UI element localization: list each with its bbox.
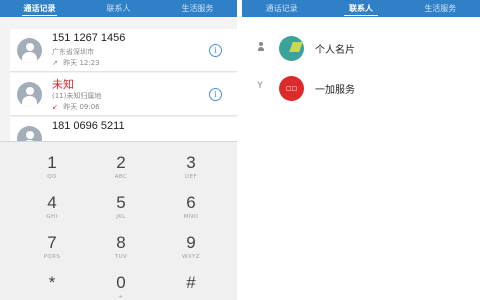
tab-life-services[interactable]: 生活服务 (158, 0, 237, 17)
key-letters: TUV (114, 254, 128, 260)
key-digit: 0 (116, 273, 126, 292)
call-time: 昨天 12:23 (63, 59, 100, 67)
key-digit: 8 (116, 233, 126, 252)
call-time-row: ↙ 昨天 09:06 (52, 102, 100, 112)
info-icon[interactable]: i (209, 44, 222, 57)
outgoing-call-icon: ↗ (52, 59, 58, 67)
contact-avatar-icon (17, 38, 42, 63)
key-digit: 1 (47, 153, 57, 172)
dial-key-9[interactable]: 9 WXYZ (156, 226, 226, 264)
call-number: 未知 (52, 79, 74, 91)
dial-key-1[interactable]: 1 QO (17, 146, 87, 184)
contact-name: 一加服务 (315, 85, 355, 96)
contact-name: 个人名片 (315, 45, 355, 56)
missed-call-icon: ↙ (52, 103, 58, 111)
key-digit: 3 (186, 153, 196, 172)
call-list: 151 1267 1456 广东省深圳市 ↗ 昨天 12:23 i 未知 (11… (0, 17, 237, 141)
dial-key-5[interactable]: 5 JKL (86, 186, 156, 224)
call-log-item[interactable]: 181 0696 5211 (10, 117, 237, 141)
key-letters: DEF (184, 174, 198, 180)
card-icon (279, 36, 304, 61)
tab-call-log[interactable]: 通话记录 (242, 0, 321, 17)
key-digit: * (48, 273, 56, 292)
tab-life-services[interactable]: 生活服务 (401, 0, 480, 17)
call-location: (11)未知归属地 (52, 92, 102, 100)
contact-item-my-card[interactable]: 个人名片 (242, 28, 480, 68)
dial-key-2[interactable]: 2 ABC (86, 146, 156, 184)
key-digit: 2 (116, 153, 126, 172)
dial-key-4[interactable]: 4 GHI (17, 186, 87, 224)
dial-key-0[interactable]: 0 + (86, 266, 156, 300)
index-letter: Y (257, 81, 263, 91)
key-digit: 7 (47, 233, 57, 252)
key-letters: ABC (114, 174, 128, 180)
key-digit: 9 (186, 233, 196, 252)
call-number: 151 1267 1456 (52, 32, 126, 44)
dialpad: 1 QO 2 ABC 3 DEF 4 GHI 5 JKL 6 MNO 7 PQRS 8 TUV … (0, 141, 237, 300)
key-digit: 6 (186, 193, 196, 212)
tab-bar: 通话记录 联系人 生活服务 (0, 0, 237, 17)
dial-key-3[interactable]: 3 DEF (156, 146, 226, 184)
call-log-screen: 通话记录 联系人 生活服务 151 1267 1456 广东省深圳市 ↗ 昨天 … (0, 0, 237, 300)
dial-key-7[interactable]: 7 PQRS (17, 226, 87, 264)
call-number: 181 0696 5211 (52, 120, 125, 132)
tab-call-log[interactable]: 通话记录 (0, 0, 79, 17)
tab-contacts[interactable]: 联系人 (321, 0, 400, 17)
contact-item-oneplus-service[interactable]: Y □□ 一加服务 (242, 68, 480, 108)
key-letters: PQRS (43, 254, 61, 260)
key-digit: # (186, 273, 196, 292)
call-log-item[interactable]: 未知 (11)未知归属地 ↙ 昨天 09:06 i (10, 73, 237, 116)
dial-key-6[interactable]: 6 MNO (156, 186, 226, 224)
key-letters: + (118, 294, 124, 300)
key-letters: GHI (46, 214, 58, 220)
contact-avatar-icon (17, 82, 42, 107)
key-digit: 5 (116, 193, 126, 212)
key-letters: QO (47, 174, 57, 180)
info-icon[interactable]: i (209, 88, 222, 101)
contacts-screen: 通话记录 联系人 生活服务 个人名片 Y □□ 一加服务 (242, 0, 480, 300)
key-letters: MNO (183, 214, 199, 220)
tab-contacts[interactable]: 联系人 (79, 0, 158, 17)
call-location: 广东省深圳市 (52, 48, 94, 56)
call-time-row: ↗ 昨天 12:23 (52, 58, 100, 68)
call-log-item[interactable]: 151 1267 1456 广东省深圳市 ↗ 昨天 12:23 i (10, 29, 237, 72)
key-digit: 4 (47, 193, 57, 212)
key-letters: JKL (116, 214, 126, 220)
key-letters: WXYZ (182, 254, 200, 260)
dial-key-hash[interactable]: # (156, 266, 226, 300)
service-logo-icon: □□ (279, 76, 304, 101)
dial-key-8[interactable]: 8 TUV (86, 226, 156, 264)
call-time: 昨天 09:06 (63, 103, 100, 111)
tab-bar: 通话记录 联系人 生活服务 (242, 0, 480, 17)
dial-key-star[interactable]: * (17, 266, 87, 300)
contact-avatar-icon (17, 126, 42, 141)
